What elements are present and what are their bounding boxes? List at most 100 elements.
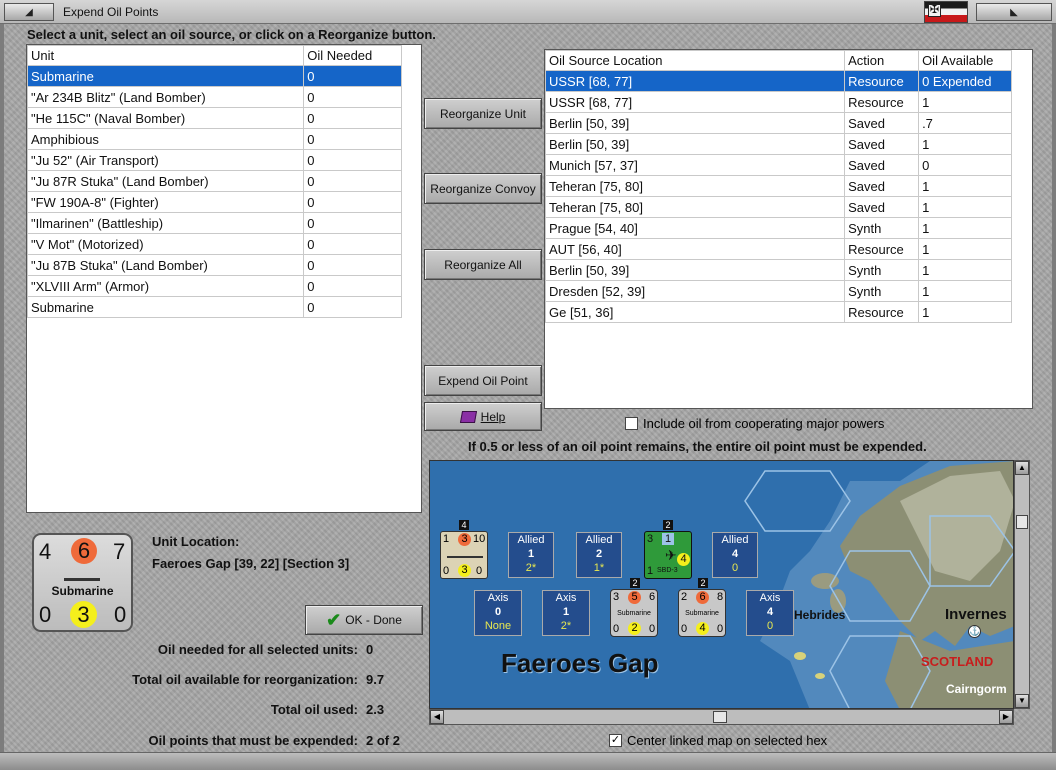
unit-row[interactable]: Submarine 0 bbox=[27, 65, 402, 87]
oil-needed-cell: 0 bbox=[303, 212, 402, 234]
box-num: 0 bbox=[494, 606, 502, 618]
allied-box[interactable]: Allied 1 2* bbox=[508, 532, 554, 578]
stack-badge: 2 bbox=[663, 520, 673, 530]
counter-right: 0 bbox=[717, 623, 724, 635]
oil-needed-cell: 0 bbox=[303, 296, 402, 318]
unit-row[interactable]: "Ar 234B Blitz" (Land Bomber) 0 bbox=[27, 86, 402, 108]
bottom-resize-bar[interactable] bbox=[0, 752, 1056, 770]
scroll-thumb[interactable] bbox=[1016, 515, 1028, 529]
center-linked-map-label[interactable]: Center linked map on selected hex bbox=[627, 733, 827, 748]
unit-name-cell: "Ilmarinen" (Battleship) bbox=[27, 212, 305, 234]
column-header-source-location[interactable]: Oil Source Location bbox=[545, 50, 846, 71]
oil-source-row[interactable]: USSR [68, 77] Resource 0 Expended bbox=[545, 70, 1012, 92]
linked-map[interactable]: 4 1 3 10 0 3 0 Allied 1 2* Allied 2 1* 2… bbox=[429, 460, 1014, 709]
oil-needed-label: Oil needed for all selected units: bbox=[157, 642, 358, 657]
unit-row[interactable]: "Ilmarinen" (Battleship) 0 bbox=[27, 212, 402, 234]
axis-box[interactable]: Axis 4 0 bbox=[746, 590, 794, 636]
oil-source-row[interactable]: Munich [57, 37] Saved 0 bbox=[545, 154, 1012, 176]
unit-name-cell: "Ju 52" (Air Transport) bbox=[27, 149, 305, 171]
total-available-value: 9.7 bbox=[366, 672, 385, 687]
map-horizontal-scrollbar[interactable]: ◀ ▶ bbox=[429, 709, 1014, 725]
map-label-hebrides: Hebrides bbox=[794, 608, 846, 622]
units-list[interactable]: Unit Oil Needed Submarine 0 "Ar 234B Blitz… bbox=[26, 44, 422, 513]
unit-counter[interactable]: 3 1 ✈ 1 4 SBD-3 bbox=[644, 531, 692, 579]
unit-location-label: Unit Location: bbox=[152, 534, 240, 549]
source-location-cell: AUT [56, 40] bbox=[545, 238, 846, 260]
counter-defense: 1 bbox=[662, 533, 674, 545]
column-header-unit[interactable]: Unit bbox=[27, 45, 305, 66]
oil-sources-list[interactable]: Oil Source Location Action Oil Available… bbox=[544, 49, 1033, 409]
oil-source-row[interactable]: Dresden [52, 39] Synth 1 bbox=[545, 280, 1012, 302]
unit-counter[interactable]: 2 6 8 Submarine 0 4 0 bbox=[678, 589, 726, 637]
counter-move: 6 bbox=[649, 591, 656, 603]
selected-unit-counter: 4 6 7 Submarine 0 3 0 bbox=[32, 533, 133, 632]
unit-row[interactable]: Amphibious 0 bbox=[27, 128, 402, 150]
stack-badge: 2 bbox=[698, 578, 708, 588]
unit-name-cell: Submarine bbox=[27, 65, 305, 87]
allied-box[interactable]: Allied 4 0 bbox=[712, 532, 758, 578]
unit-row[interactable]: "FW 190A-8" (Fighter) 0 bbox=[27, 191, 402, 213]
center-linked-map-checkbox[interactable]: ✓ bbox=[609, 734, 622, 747]
ok-done-label: OK - Done bbox=[345, 613, 402, 627]
counter-move: 10 bbox=[473, 533, 486, 545]
oil-source-row[interactable]: Berlin [50, 39] Synth 1 bbox=[545, 259, 1012, 281]
oil-source-row[interactable]: Prague [54, 40] Synth 1 bbox=[545, 217, 1012, 239]
unit-row[interactable]: "Ju 87B Stuka" (Land Bomber) 0 bbox=[27, 254, 402, 276]
system-menu-button[interactable]: ◢ bbox=[4, 3, 54, 21]
map-label-cairngorm: Cairngorm bbox=[946, 682, 1007, 696]
oil-needed-cell: 0 bbox=[303, 107, 402, 129]
column-header-oil-available[interactable]: Oil Available bbox=[918, 50, 1012, 71]
unit-row[interactable]: "Ju 52" (Air Transport) 0 bbox=[27, 149, 402, 171]
action-cell: Saved bbox=[844, 196, 920, 218]
column-header-oil-needed[interactable]: Oil Needed bbox=[303, 45, 402, 66]
scroll-up-arrow-icon[interactable]: ▲ bbox=[1015, 461, 1029, 475]
oil-source-row[interactable]: Teheran [75, 80] Saved 1 bbox=[545, 196, 1012, 218]
source-location-cell: Dresden [52, 39] bbox=[545, 280, 846, 302]
window-title: Expend Oil Points bbox=[63, 5, 159, 19]
unit-counter[interactable]: 3 5 6 Submarine 0 2 0 bbox=[610, 589, 658, 637]
aircraft-icon: ✈ bbox=[665, 547, 677, 563]
oil-source-row[interactable]: Berlin [50, 39] Saved 1 bbox=[545, 133, 1012, 155]
expend-oil-point-button[interactable]: Expend Oil Point bbox=[424, 365, 542, 396]
reorganize-convoy-button[interactable]: Reorganize Convoy bbox=[424, 173, 542, 204]
axis-box[interactable]: Axis 1 2* bbox=[542, 590, 590, 636]
oil-source-row[interactable]: Teheran [75, 80] Saved 1 bbox=[545, 175, 1012, 197]
allied-box[interactable]: Allied 2 1* bbox=[576, 532, 622, 578]
scroll-down-arrow-icon[interactable]: ▼ bbox=[1015, 694, 1029, 708]
stack-badge: 2 bbox=[630, 578, 640, 588]
unit-row[interactable]: Submarine 0 bbox=[27, 296, 402, 318]
counter-attack: 1 bbox=[443, 533, 450, 545]
oil-needed-cell: 0 bbox=[303, 275, 402, 297]
help-button-label: Help bbox=[480, 409, 506, 424]
unit-row[interactable]: "He 115C" (Naval Bomber) 0 bbox=[27, 107, 402, 129]
close-window-button[interactable]: ◣ bbox=[976, 3, 1052, 21]
scroll-left-arrow-icon[interactable]: ◀ bbox=[430, 710, 444, 724]
action-cell: Synth bbox=[844, 259, 920, 281]
reorganize-unit-button[interactable]: Reorganize Unit bbox=[424, 98, 542, 129]
counter-attack: 4 bbox=[39, 539, 52, 564]
oil-source-row[interactable]: USSR [68, 77] Resource 1 bbox=[545, 91, 1012, 113]
unit-counter[interactable]: 1 3 10 0 3 0 bbox=[440, 531, 488, 579]
oil-source-row[interactable]: AUT [56, 40] Resource 1 bbox=[545, 238, 1012, 260]
unit-row[interactable]: "XLVIII Arm" (Armor) 0 bbox=[27, 275, 402, 297]
map-vertical-scrollbar[interactable]: ▲ ▼ bbox=[1014, 460, 1030, 709]
box-side: Axis bbox=[555, 592, 577, 604]
oil-source-row[interactable]: Berlin [50, 39] Saved .7 bbox=[545, 112, 1012, 134]
iron-cross-icon: ✠ bbox=[928, 4, 941, 17]
counter-left: 1 bbox=[647, 565, 654, 577]
scroll-right-arrow-icon[interactable]: ▶ bbox=[999, 710, 1013, 724]
axis-box[interactable]: Axis 0 None bbox=[474, 590, 522, 636]
oil-source-row[interactable]: Ge [51, 36] Resource 1 bbox=[545, 301, 1012, 323]
scroll-thumb[interactable] bbox=[713, 711, 727, 723]
unit-row[interactable]: "Ju 87R Stuka" (Land Bomber) 0 bbox=[27, 170, 402, 192]
include-cooperating-checkbox[interactable] bbox=[625, 417, 638, 430]
help-button[interactable]: Help bbox=[424, 402, 542, 431]
include-cooperating-label[interactable]: Include oil from cooperating major power… bbox=[643, 416, 884, 431]
oil-available-cell: 1 bbox=[918, 217, 1012, 239]
reorganize-all-button[interactable]: Reorganize All bbox=[424, 249, 542, 280]
oil-needed-cell: 0 bbox=[303, 191, 402, 213]
ok-done-button[interactable]: ✔ OK - Done bbox=[305, 605, 423, 635]
column-header-action[interactable]: Action bbox=[844, 50, 920, 71]
unit-name-cell: "He 115C" (Naval Bomber) bbox=[27, 107, 305, 129]
unit-row[interactable]: "V Mot" (Motorized) 0 bbox=[27, 233, 402, 255]
